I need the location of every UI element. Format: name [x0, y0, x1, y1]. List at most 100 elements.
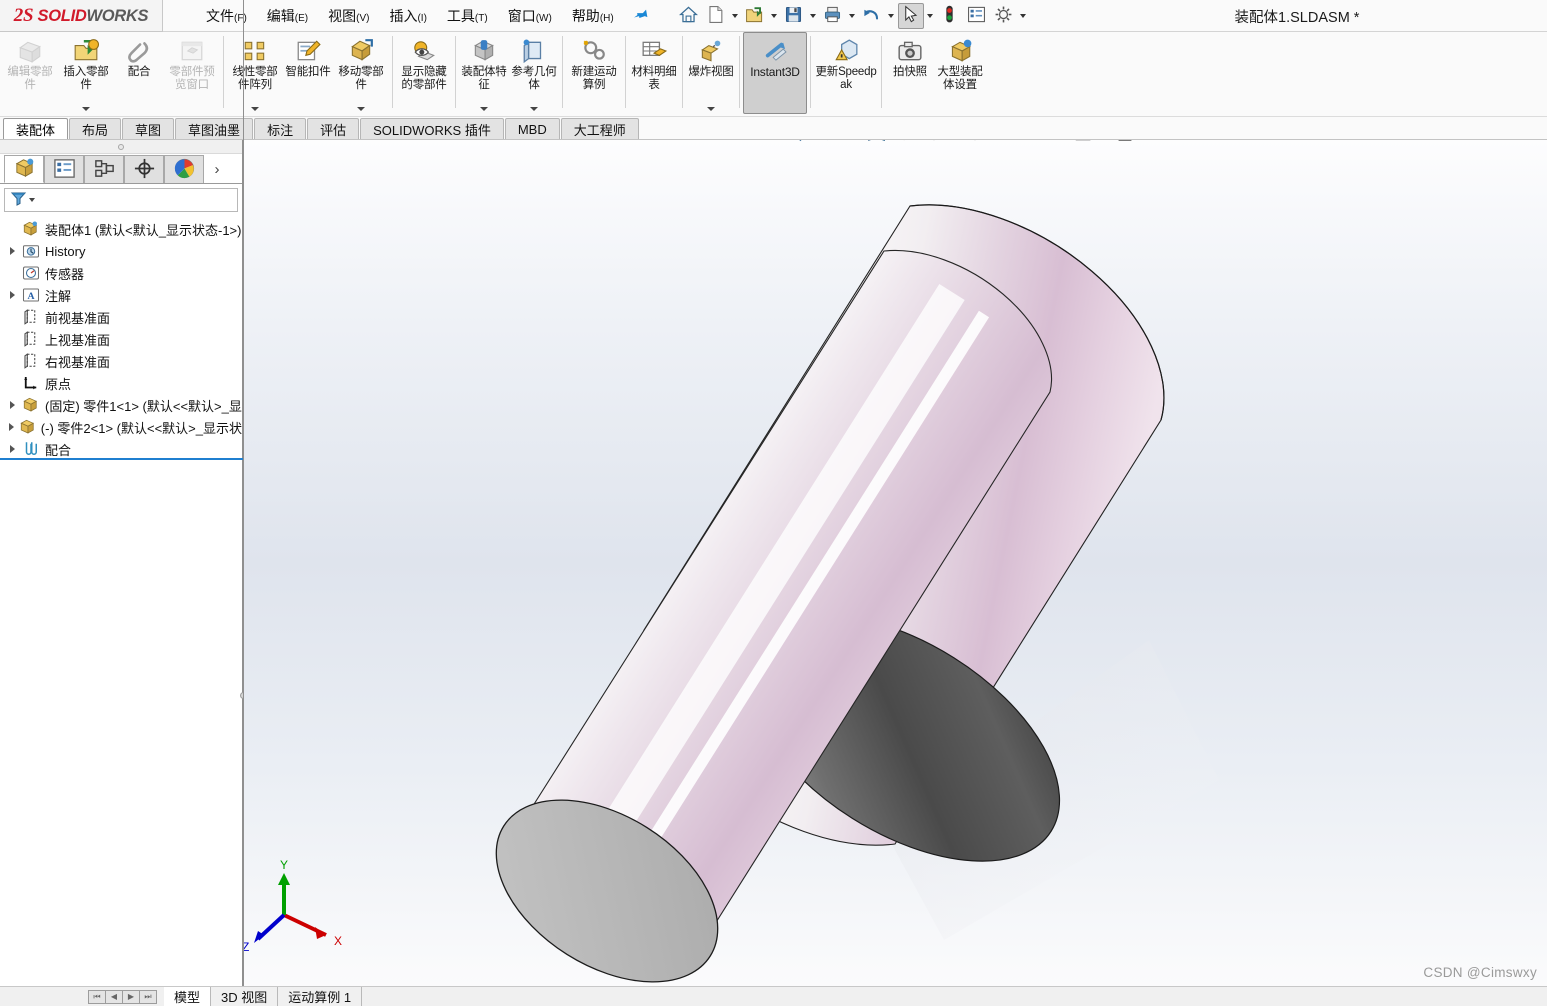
configuration-manager-tab[interactable] [84, 155, 124, 183]
exploded-view-button-label: 爆炸视图 [688, 66, 734, 78]
update-speedpak-button[interactable]: 更新Speedpak [814, 32, 878, 114]
print-button[interactable] [820, 3, 846, 29]
component-preview-window-button: 零部件预览窗口 [164, 32, 220, 114]
bottom-tab-1[interactable]: 模型 [164, 987, 212, 1006]
command-tab-9[interactable]: 大工程师 [560, 118, 639, 140]
open-document-button[interactable] [742, 3, 768, 29]
save-dropdown-arrow-icon[interactable] [808, 3, 819, 29]
new-motion-study-button[interactable]: 新建运动算例 [566, 32, 622, 114]
filter-dropdown-arrow-icon[interactable] [29, 198, 35, 202]
next-frame-icon[interactable]: ▶ [122, 989, 140, 1004]
tree-item-7[interactable]: 原点 [4, 372, 242, 394]
pushpin-icon[interactable] [627, 3, 652, 29]
tree-filter-bar[interactable] [4, 188, 238, 212]
command-tab-8[interactable]: MBD [504, 118, 560, 140]
linear-component-pattern-dropdown-arrow-icon[interactable] [251, 107, 259, 111]
new-document-dropdown-arrow-icon[interactable] [730, 3, 741, 29]
options-list-button[interactable] [964, 3, 990, 29]
reference-geometry-dropdown-arrow-icon[interactable] [530, 107, 538, 111]
open-document-dropdown-arrow-icon[interactable] [769, 3, 780, 29]
large-assembly-settings-button[interactable]: 大型装配体设置 [935, 32, 985, 114]
panel-tab-row: › [0, 154, 242, 184]
tree-item-10[interactable]: 配合 [4, 438, 242, 460]
tree-item-3[interactable]: A 注解 [4, 284, 242, 306]
tree-item-label: History [45, 243, 86, 259]
select-tool-dropdown-arrow-icon[interactable] [925, 3, 936, 29]
feature-manager-tab[interactable] [4, 155, 44, 183]
command-tab-6[interactable]: 评估 [307, 118, 360, 140]
menu-bar: 文件(F) 编辑(E) 视图(V) 插入(I) 工具(T) 窗口(W) 帮助(H) [196, 0, 648, 31]
tree-item-1[interactable]: History [4, 240, 242, 262]
smart-fasteners-button[interactable]: 智能扣件 [283, 32, 333, 114]
tree-item-8[interactable]: (固定) 零件1<1> (默认<<默认>_显 [4, 394, 242, 416]
mate-button[interactable]: 配合 [114, 32, 164, 114]
tree-expand-arrow-icon[interactable] [4, 438, 20, 460]
command-tab-5[interactable]: 标注 [254, 118, 307, 140]
menu-4[interactable]: 插入(I) [379, 2, 436, 30]
exploded-view-button[interactable]: 爆炸视图 [686, 32, 736, 114]
insert-components-dropdown-arrow-icon[interactable] [82, 107, 90, 111]
bill-of-materials-button[interactable]: 材料明细表 [629, 32, 679, 114]
select-tool-button[interactable] [897, 2, 924, 29]
tree-expand-arrow-icon[interactable] [4, 394, 20, 416]
reference-geometry-button[interactable]: 参考几何体 [509, 32, 559, 114]
move-component-button[interactable]: 移动零部件 [333, 32, 389, 114]
dimxpert-manager-tab[interactable] [124, 155, 164, 183]
assembly-features-dropdown-arrow-icon[interactable] [480, 107, 488, 111]
take-snapshot-button[interactable]: 拍快照 [885, 32, 935, 114]
previous-frame-icon[interactable]: ◀ [105, 989, 123, 1004]
solidworks-logo[interactable]: 2S SOLIDWORKS [0, 0, 163, 32]
command-tab-3[interactable]: 草图 [122, 118, 175, 140]
first-frame-icon[interactable]: ⏮ [88, 989, 106, 1004]
exploded-view-dropdown-arrow-icon[interactable] [707, 107, 715, 111]
menu-1[interactable]: 文件(F) [196, 2, 257, 30]
assembly-model-3d[interactable]: X Y Z [244, 140, 1547, 986]
instant3d-button[interactable]: Instant3D [743, 32, 807, 114]
tree-item-label: 上视基准面 [45, 332, 111, 348]
command-tab-4[interactable]: 草图油墨 [175, 118, 254, 140]
chevron-right-icon[interactable]: › [204, 155, 230, 183]
undo-button[interactable] [859, 3, 885, 29]
settings-dropdown-arrow-icon[interactable] [1018, 3, 1029, 29]
reference-geometry-icon [519, 37, 549, 65]
assembly-features-button[interactable]: 装配体特征 [459, 32, 509, 114]
rebuild-button[interactable] [937, 3, 963, 29]
tree-item-2[interactable]: 传感器 [4, 262, 242, 284]
command-tab-2[interactable]: 布局 [69, 118, 122, 140]
graphics-viewport[interactable]: X Y Z CSDN @Cimswxy [244, 140, 1547, 986]
tree-item-5[interactable]: 上视基准面 [4, 328, 242, 350]
command-tab-7[interactable]: SOLIDWORKS 插件 [360, 118, 504, 140]
settings-button[interactable] [991, 3, 1017, 29]
undo-dropdown-arrow-icon[interactable] [886, 3, 897, 29]
tree-item-9[interactable]: (-) 零件2<1> (默认<<默认>_显示状 [4, 416, 242, 438]
bottom-tab-3[interactable]: 运动算例 1 [278, 987, 363, 1006]
tree-root-item[interactable]: 装配体1 (默认<默认_显示状态-1>) [4, 218, 242, 240]
tree-expand-arrow-icon[interactable] [4, 240, 20, 262]
tree-item-4[interactable]: 前视基准面 [4, 306, 242, 328]
menu-2[interactable]: 编辑(E) [257, 2, 318, 30]
menu-3[interactable]: 视图(V) [318, 2, 379, 30]
print-dropdown-arrow-icon[interactable] [847, 3, 858, 29]
bottom-tab-2[interactable]: 3D 视图 [211, 987, 279, 1006]
tree-expand-arrow-icon[interactable] [4, 416, 18, 438]
insert-components-button[interactable]: 插入零部件 [58, 32, 114, 114]
last-frame-icon[interactable]: ⏭ [139, 989, 157, 1004]
command-tab-1[interactable]: 装配体 [3, 118, 69, 140]
menu-6[interactable]: 窗口(W) [498, 2, 562, 30]
menu-5[interactable]: 工具(T) [437, 2, 498, 30]
display-manager-tab[interactable] [164, 155, 204, 183]
tree-item-6[interactable]: 右视基准面 [4, 350, 242, 372]
show-hidden-components-button[interactable]: 显示隐藏的零部件 [396, 32, 452, 114]
panel-grip-handle[interactable] [0, 140, 242, 154]
panel-grip-dot [118, 143, 124, 150]
tree-expand-arrow-icon[interactable] [4, 284, 20, 306]
menu-label: 编辑 [266, 7, 295, 24]
home-button[interactable] [676, 3, 702, 29]
linear-component-pattern-button[interactable]: 线性零部件阵列 [227, 32, 283, 114]
new-document-button[interactable] [703, 3, 729, 29]
menu-label: 插入 [389, 7, 418, 24]
property-manager-tab[interactable] [44, 155, 84, 183]
move-component-dropdown-arrow-icon[interactable] [357, 107, 365, 111]
menu-7[interactable]: 帮助(H) [562, 2, 624, 30]
save-button[interactable] [781, 3, 807, 29]
